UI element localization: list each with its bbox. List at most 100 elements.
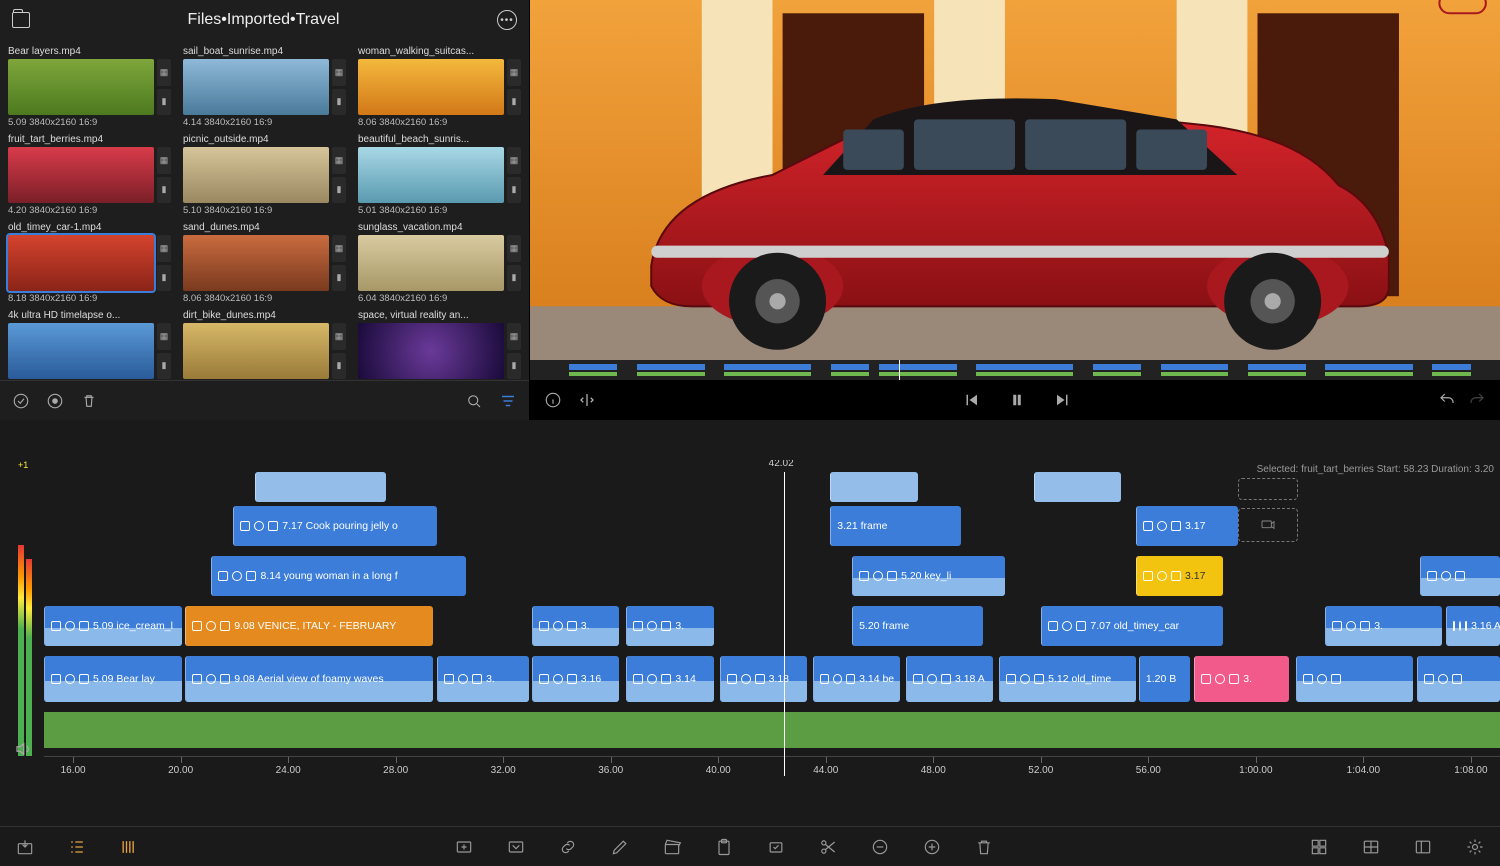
timeline-clip[interactable]: 7.17 Cook pouring jelly o (233, 506, 437, 546)
lock-icon[interactable]: ▮ (332, 265, 346, 292)
slate-icon[interactable] (661, 836, 683, 858)
gear-icon[interactable] (1464, 836, 1486, 858)
lock-icon[interactable]: ▮ (157, 353, 171, 380)
time-ruler[interactable]: 16.0020.0024.0028.0032.0036.0040.0044.00… (44, 756, 1500, 780)
timeline-clip[interactable]: 3. (626, 606, 713, 646)
redo-icon[interactable] (1468, 391, 1486, 409)
lock-icon[interactable]: ▮ (507, 177, 521, 204)
speaker-icon[interactable] (14, 740, 32, 758)
timeline-clip[interactable]: 3.16 (532, 656, 619, 702)
ghost-insert-slot[interactable] (1238, 508, 1298, 542)
add-icon[interactable] (453, 836, 475, 858)
record-icon[interactable] (46, 392, 64, 410)
timeline-clip[interactable]: 3.17 (1136, 506, 1238, 546)
playhead[interactable]: 42.02 (784, 472, 785, 776)
list-view-icon[interactable] (66, 836, 88, 858)
timeline-clip[interactable]: 3.17 (1136, 556, 1223, 596)
film-icon[interactable]: ▦ (157, 235, 171, 262)
clip-item[interactable]: Bear layers.mp4 ▦▮ 5.09 3840x2160 16:9 (8, 46, 171, 128)
timeline-clip[interactable]: 3. (1194, 656, 1289, 702)
lock-icon[interactable]: ▮ (157, 177, 171, 204)
timeline-clip[interactable]: 5.20 key_li (852, 556, 1005, 596)
timeline-clip[interactable] (255, 472, 386, 502)
clip-item[interactable]: fruit_tart_berries.mp4 ▦▮ 4.20 3840x2160… (8, 134, 171, 216)
timeline-clip[interactable] (1296, 656, 1412, 702)
preview-viewport[interactable] (530, 0, 1500, 360)
timeline-clip[interactable]: 3. (437, 656, 529, 702)
more-icon[interactable]: ••• (497, 10, 517, 30)
master-audio-waveform[interactable] (44, 712, 1500, 748)
clip-item[interactable]: sail_boat_sunrise.mp4 ▦▮ 4.14 3840x2160 … (183, 46, 346, 128)
timeline-clip[interactable]: 3. (1325, 606, 1441, 646)
pencil-icon[interactable] (609, 836, 631, 858)
timeline-clip[interactable]: 3.14 (626, 656, 713, 702)
timeline-clip[interactable]: 3.21 frame (830, 506, 961, 546)
timeline-clip[interactable] (830, 472, 917, 502)
trash-icon[interactable] (80, 392, 98, 410)
film-icon[interactable]: ▦ (332, 323, 346, 350)
track-headers-icon[interactable] (118, 836, 140, 858)
timeline-clip[interactable] (1420, 556, 1500, 596)
check-circle-icon[interactable] (12, 392, 30, 410)
folder-icon[interactable] (12, 11, 30, 29)
timeline-clip[interactable]: 5.20 frame (852, 606, 983, 646)
timeline-clip[interactable]: 3. (532, 606, 619, 646)
timeline-clip[interactable] (1034, 472, 1121, 502)
import-icon[interactable] (14, 836, 36, 858)
lock-icon[interactable]: ▮ (332, 353, 346, 380)
film-icon[interactable]: ▦ (332, 59, 346, 86)
clip-item[interactable]: space, virtual reality an... ▦▮ (358, 310, 521, 380)
preview-scrub-strip[interactable] (530, 360, 1500, 380)
timeline-clip[interactable] (1417, 656, 1500, 702)
breadcrumb[interactable]: Files•Imported•Travel (30, 11, 497, 29)
lock-icon[interactable]: ▮ (157, 89, 171, 116)
scissors-icon[interactable] (817, 836, 839, 858)
timeline-tracks[interactable]: 7.17 Cook pouring jelly o 3.21 frame 3.17 8… (44, 472, 1500, 727)
film-icon[interactable]: ▦ (332, 147, 346, 174)
clip-item[interactable]: old_timey_car-1.mp4 ▦▮ 8.18 3840x2160 16… (8, 222, 171, 304)
lock-icon[interactable]: ▮ (507, 265, 521, 292)
undo-icon[interactable] (1438, 391, 1456, 409)
delete-icon[interactable] (973, 836, 995, 858)
timeline-clip[interactable]: 5.09 ice_cream_l (44, 606, 182, 646)
filter-icon[interactable] (499, 392, 517, 410)
lock-icon[interactable]: ▮ (332, 177, 346, 204)
layout-b-icon[interactable] (1412, 836, 1434, 858)
timeline-clip[interactable]: 3.18 (720, 656, 807, 702)
film-icon[interactable]: ▦ (507, 59, 521, 86)
ghost-insert-slot[interactable] (1238, 478, 1298, 500)
stack-icon[interactable] (505, 836, 527, 858)
clip-item[interactable]: picnic_outside.mp4 ▦▮ 5.10 3840x2160 16:… (183, 134, 346, 216)
clip-item[interactable]: woman_walking_suitcas... ▦▮ 8.06 3840x21… (358, 46, 521, 128)
lock-icon[interactable]: ▮ (507, 353, 521, 380)
timeline-clip[interactable]: 5.12 old_time (999, 656, 1136, 702)
film-icon[interactable]: ▦ (507, 235, 521, 262)
timeline-clip[interactable]: 1.20 B (1139, 656, 1190, 702)
timeline-clip[interactable]: 7.07 old_timey_car (1041, 606, 1223, 646)
split-icon[interactable] (578, 391, 596, 409)
layout-a-icon[interactable] (1360, 836, 1382, 858)
zoom-in-icon[interactable] (921, 836, 943, 858)
zoom-out-icon[interactable] (869, 836, 891, 858)
next-button[interactable] (1054, 391, 1072, 409)
clipboard-icon[interactable] (713, 836, 735, 858)
timeline-clip[interactable]: 9.08 VENICE, ITALY - FEBRUARY (185, 606, 433, 646)
timeline-clip[interactable]: 3.18 A (906, 656, 993, 702)
timeline-clip[interactable]: 9.08 Aerial view of foamy waves (185, 656, 433, 702)
clip-item[interactable]: beautiful_beach_sunris... ▦▮ 5.01 3840x2… (358, 134, 521, 216)
film-icon[interactable]: ▦ (507, 147, 521, 174)
timeline-clip[interactable]: 3.14 be (813, 656, 900, 702)
timeline-clip[interactable]: 8.14 young woman in a long f (211, 556, 466, 596)
film-icon[interactable]: ▦ (157, 323, 171, 350)
timeline-clip[interactable]: 5.09 Bear lay (44, 656, 182, 702)
film-icon[interactable]: ▦ (332, 235, 346, 262)
prev-button[interactable] (962, 391, 980, 409)
info-icon[interactable] (544, 391, 562, 409)
timeline-clip[interactable]: 3.16 A (1446, 606, 1500, 646)
clip-item[interactable]: 4k ultra HD timelapse o... ▦▮ (8, 310, 171, 380)
film-icon[interactable]: ▦ (157, 147, 171, 174)
link-icon[interactable] (557, 836, 579, 858)
pause-button[interactable] (1008, 391, 1026, 409)
grid-icon[interactable] (1308, 836, 1330, 858)
lock-icon[interactable]: ▮ (157, 265, 171, 292)
